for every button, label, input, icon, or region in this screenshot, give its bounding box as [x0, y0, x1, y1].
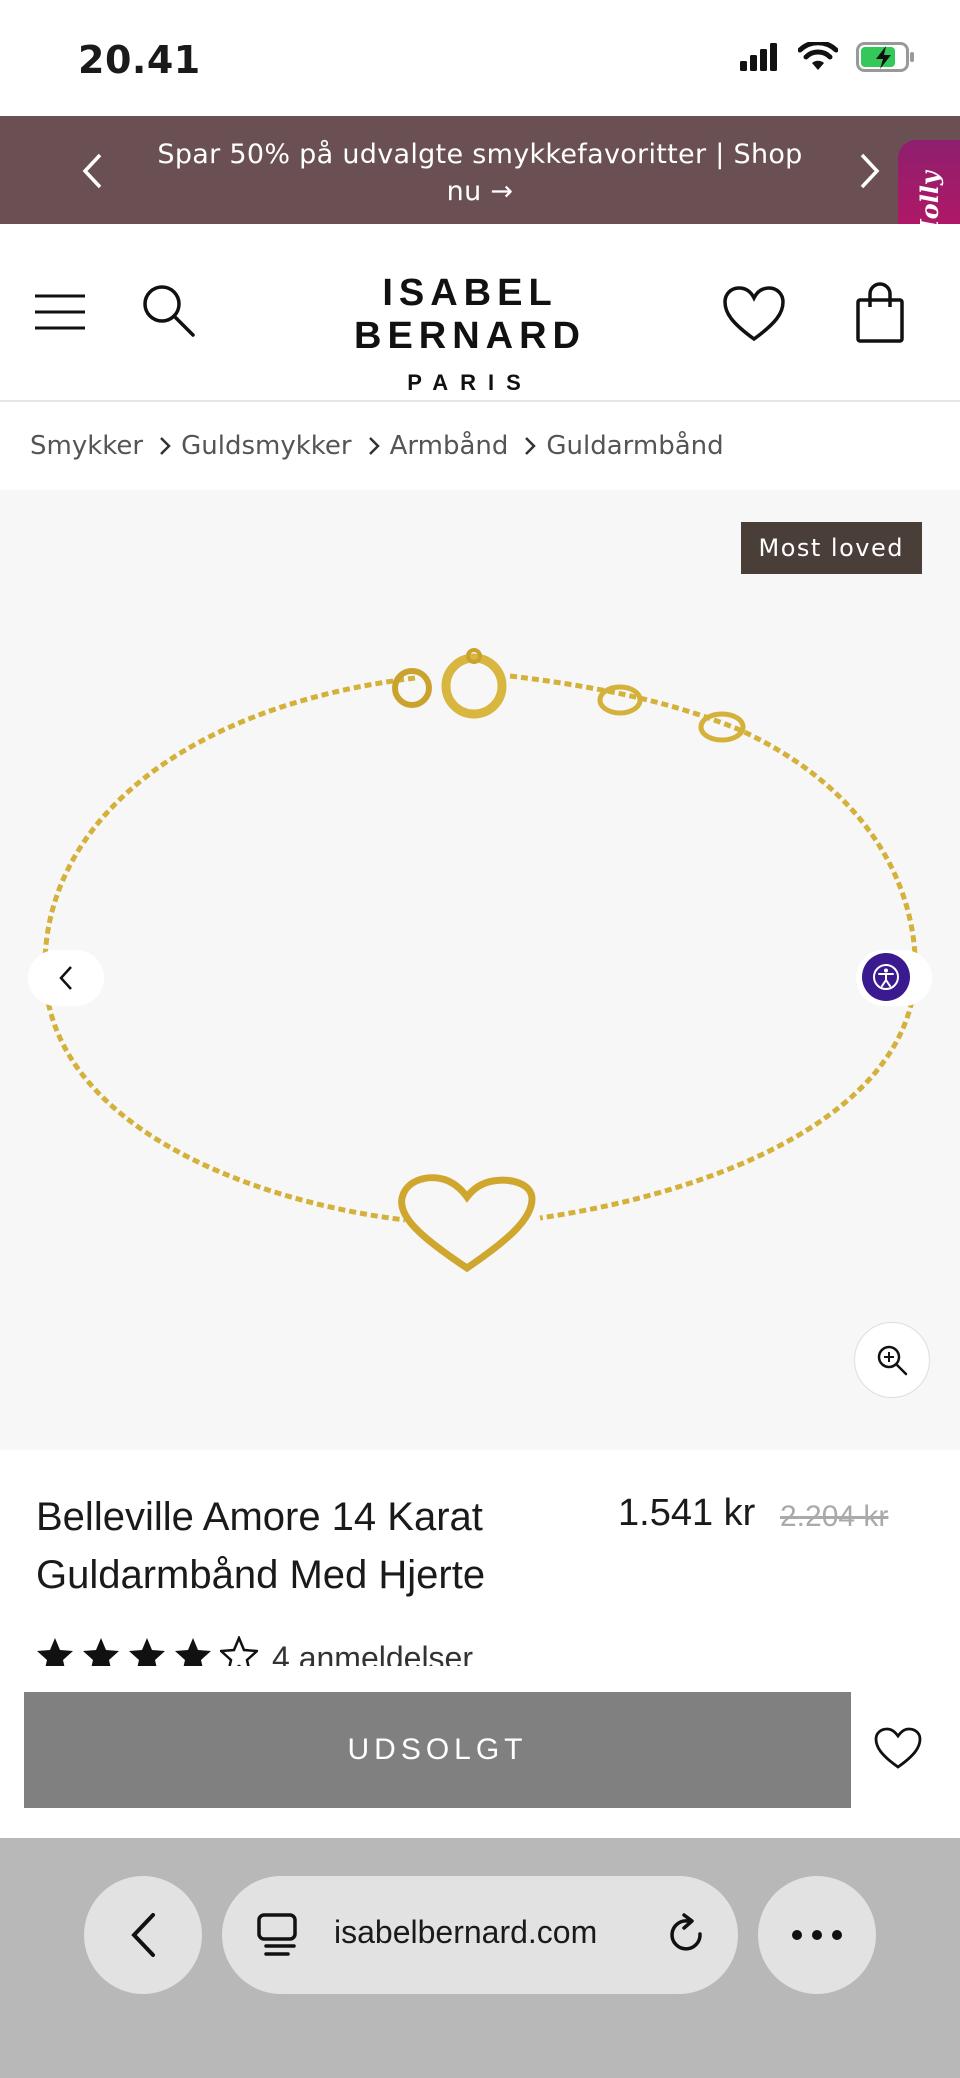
menu-icon	[35, 294, 85, 330]
chevron-right-icon	[368, 437, 380, 455]
chevron-left-icon	[131, 1913, 155, 1957]
status-bar: 20.41	[0, 0, 960, 116]
address-bar[interactable]: isabelbernard.com	[222, 1876, 738, 1994]
cellular-signal-icon	[740, 43, 777, 71]
breadcrumb-separator	[159, 436, 171, 456]
sold-out-button[interactable]: UDSOLGT	[24, 1692, 851, 1808]
cart-button[interactable]	[852, 280, 908, 346]
promo-next-button[interactable]	[848, 146, 892, 196]
chevron-right-icon	[160, 437, 171, 455]
product-old-price: 2.204 kr	[780, 1500, 889, 1533]
breadcrumb-item[interactable]: Guldsmykker	[181, 431, 352, 461]
chevron-left-icon	[59, 966, 72, 990]
zoom-in-icon	[877, 1345, 908, 1376]
breadcrumb-item[interactable]: Armbånd	[390, 431, 509, 461]
search-icon	[143, 285, 195, 337]
browser-toolbar: isabelbernard.com	[0, 1838, 960, 2078]
wifi-icon	[798, 42, 838, 70]
add-to-wishlist-button[interactable]	[870, 1720, 926, 1776]
address-bar-url[interactable]: isabelbernard.com	[334, 1914, 597, 1951]
reload-icon[interactable]	[666, 1912, 708, 1958]
product-price: 1.541 kr	[618, 1492, 756, 1534]
status-time: 20.41	[78, 38, 201, 82]
buy-bar: UDSOLGT	[0, 1666, 960, 1838]
heart-icon	[723, 286, 785, 342]
search-button[interactable]	[136, 278, 200, 342]
tab-overview-icon	[257, 1913, 297, 1956]
zoom-button[interactable]	[854, 1322, 930, 1398]
promo-text[interactable]: Spar 50% på udvalgte smykkefavoritter | …	[140, 136, 820, 210]
product-image	[42, 648, 918, 1273]
breadcrumb-item[interactable]: Smykker	[30, 431, 143, 461]
site-logo[interactable]: ISABEL BERNARD PARIS	[260, 272, 680, 396]
breadcrumb: Smykker Guldsmykker Armbånd Guldarmbånd	[0, 402, 960, 490]
heart-icon	[874, 1727, 922, 1769]
breadcrumb-item[interactable]: Guldarmbånd	[546, 431, 723, 461]
more-dots-icon	[792, 1930, 842, 1940]
wishlist-button[interactable]	[720, 284, 788, 344]
promo-prev-button[interactable]	[70, 146, 114, 196]
browser-more-button[interactable]	[758, 1876, 876, 1994]
battery-charging-icon	[856, 42, 914, 72]
gallery-prev-button[interactable]	[28, 950, 104, 1006]
browser-back-button[interactable]	[84, 1876, 202, 1994]
chevron-right-icon	[860, 153, 880, 189]
chevron-left-icon	[82, 153, 102, 189]
logo-sub-text: PARIS	[407, 370, 533, 395]
breadcrumb-separator	[368, 436, 380, 456]
product-title: Belleville Amore 14 Karat Guldarmbånd Me…	[36, 1495, 486, 1597]
site-header: ISABEL BERNARD PARIS	[0, 224, 960, 402]
chevron-right-icon	[525, 437, 537, 455]
shopping-bag-icon	[856, 282, 904, 343]
status-icons	[740, 42, 916, 72]
accessibility-button[interactable]	[862, 953, 910, 1001]
logo-main-text: ISABEL BERNARD	[354, 272, 586, 357]
promo-banner[interactable]: Spar 50% på udvalgte smykkefavoritter | …	[0, 116, 960, 224]
product-gallery[interactable]: Most loved	[0, 490, 960, 1450]
accessibility-icon	[873, 964, 899, 990]
most-loved-badge: Most loved	[740, 522, 922, 574]
breadcrumb-separator	[524, 436, 537, 456]
menu-button[interactable]	[30, 284, 90, 340]
